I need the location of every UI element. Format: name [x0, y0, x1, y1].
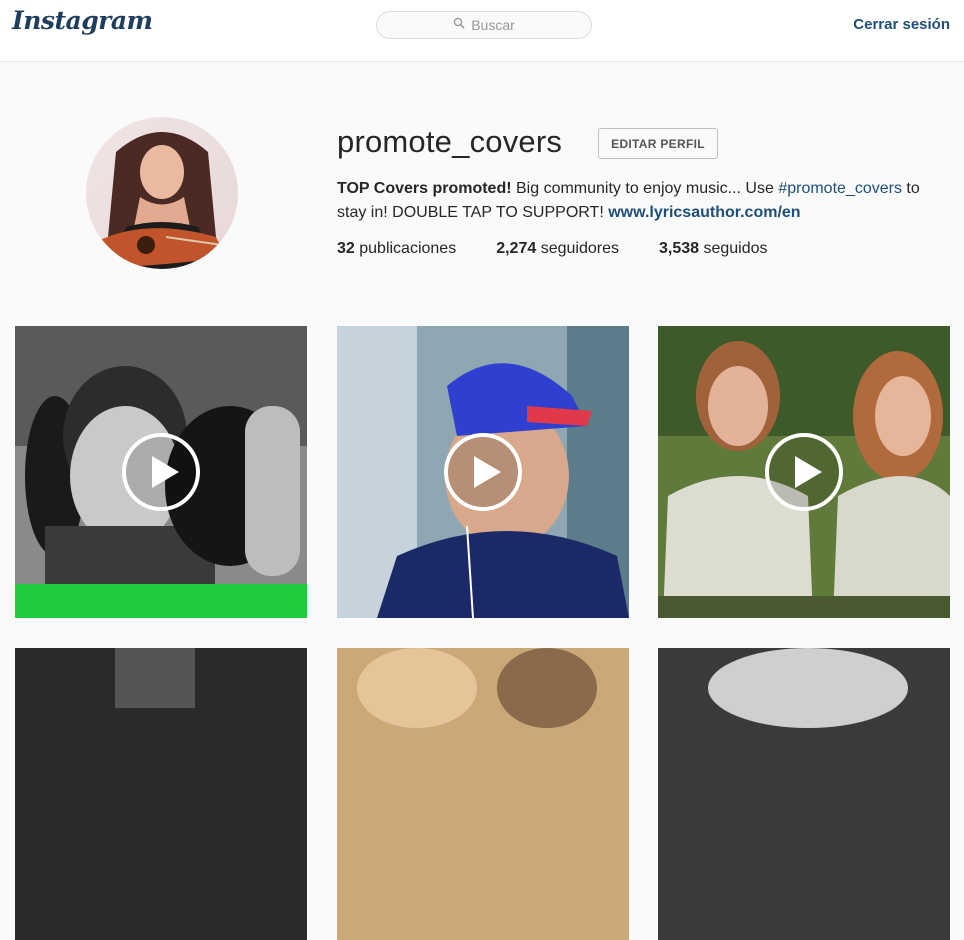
instagram-logo[interactable]: Instagram: [12, 6, 153, 35]
post-thumbnail[interactable]: [15, 326, 307, 618]
bio-intro: TOP Covers promoted!: [337, 180, 512, 197]
post-thumbnail[interactable]: [15, 648, 307, 940]
profile-bio: TOP Covers promoted! Big community to en…: [337, 177, 947, 225]
followers-count: 2,274: [496, 240, 537, 257]
play-icon: [765, 433, 843, 511]
post-thumbnail[interactable]: [658, 648, 950, 940]
post-thumbnail[interactable]: [658, 326, 950, 618]
following-label: seguidos: [703, 240, 768, 257]
photo-thumbnail-image: [15, 648, 307, 940]
post-thumbnail[interactable]: [337, 326, 629, 618]
photo-thumbnail-image: [658, 648, 950, 940]
logout-link[interactable]: Cerrar sesión: [853, 16, 950, 33]
search-placeholder: Buscar: [471, 17, 515, 33]
play-icon: [444, 433, 522, 511]
top-navigation-bar: Instagram Buscar Cerrar sesión: [0, 0, 964, 62]
posts-label: publicaciones: [359, 240, 457, 257]
edit-profile-button[interactable]: EDITAR PERFIL: [598, 128, 718, 159]
profile-username: promote_covers: [337, 124, 563, 159]
bio-text-1: Big community to enjoy music... Use: [511, 180, 779, 197]
search-box[interactable]: Buscar: [376, 11, 592, 39]
bio-website-link[interactable]: www.lyricsauthor.com/en: [608, 204, 800, 221]
profile-stats: 32 publicaciones 2,274 seguidores 3,538 …: [337, 240, 768, 258]
following-stat[interactable]: 3,538 seguidos: [659, 240, 768, 258]
play-icon: [122, 433, 200, 511]
posts-stat: 32 publicaciones: [337, 240, 456, 258]
profile-avatar[interactable]: [86, 117, 238, 269]
posts-count: 32: [337, 240, 355, 257]
photo-thumbnail-image: [337, 648, 629, 940]
magnifier-icon: [453, 16, 465, 34]
followers-stat[interactable]: 2,274 seguidores: [496, 240, 619, 258]
following-count: 3,538: [658, 240, 700, 257]
bio-hashtag[interactable]: #promote_covers: [778, 180, 902, 197]
post-thumbnail[interactable]: [337, 648, 629, 940]
followers-label: seguidores: [540, 240, 619, 257]
